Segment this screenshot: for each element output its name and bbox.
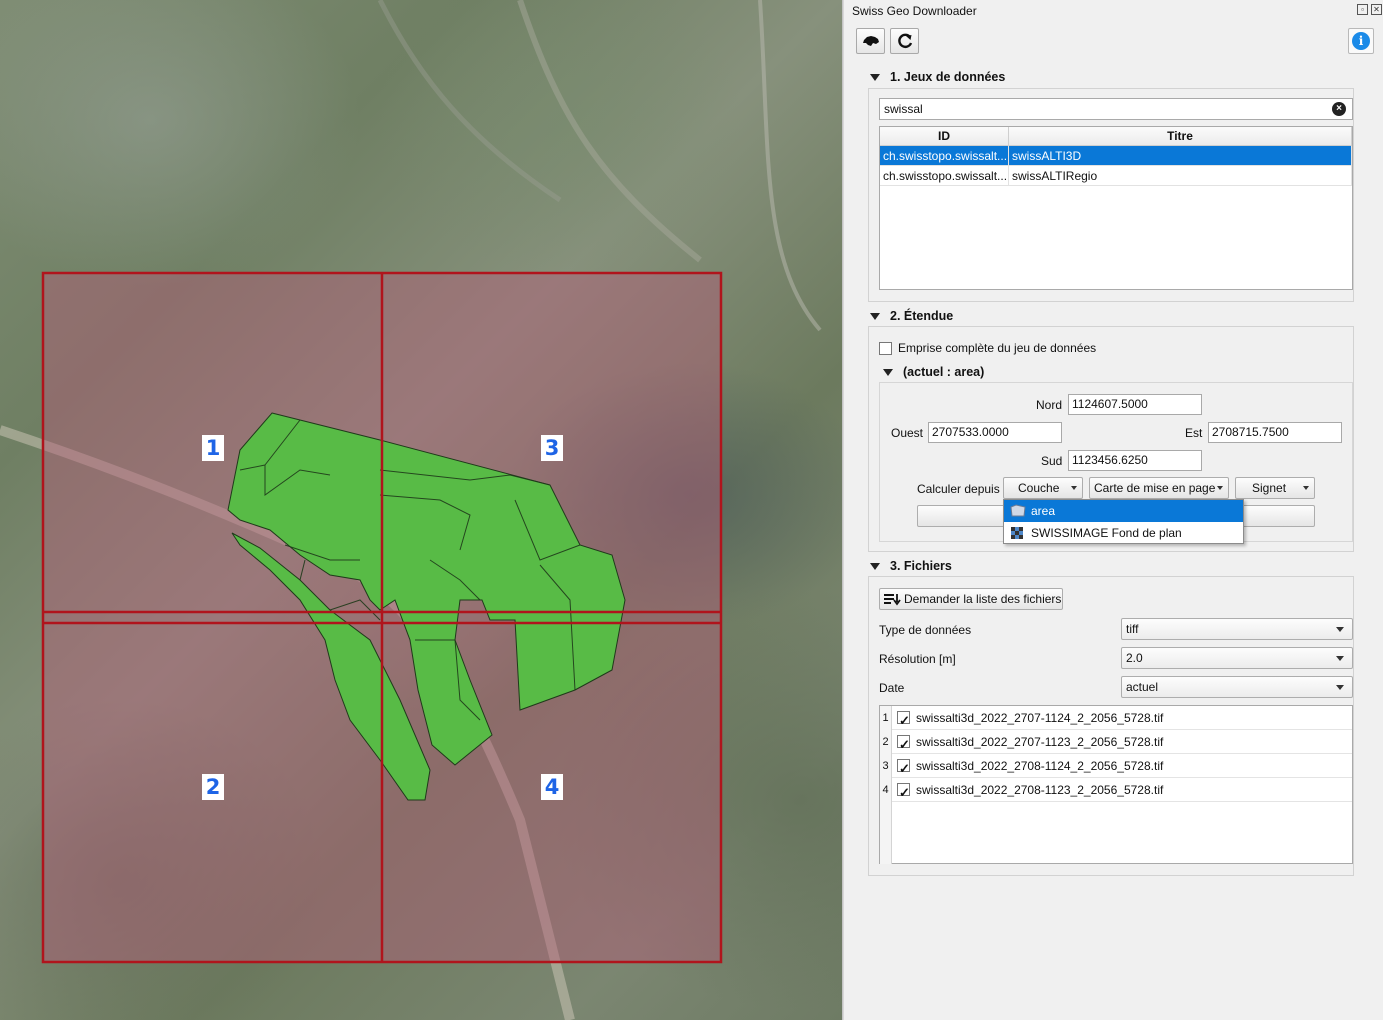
- switzerland-map-button[interactable]: [856, 28, 885, 54]
- raster-layer-icon: [1011, 527, 1023, 539]
- ouest-label: Ouest: [891, 426, 924, 440]
- map-layers: [0, 0, 822, 1020]
- caret-down-icon: [1303, 486, 1309, 490]
- table-header: ID Titre: [880, 127, 1352, 146]
- sud-field[interactable]: 1123456.6250: [1068, 450, 1202, 471]
- tile-label-2: 2: [202, 774, 224, 800]
- caret-down-icon: [1336, 627, 1344, 632]
- map-canvas[interactable]: 1 2 3 4: [0, 0, 842, 1020]
- info-icon: i: [1352, 32, 1370, 50]
- layer-dropdown-button[interactable]: Couche: [1003, 477, 1083, 499]
- switzerland-map-icon: [862, 36, 879, 46]
- date-label: Date: [879, 681, 905, 695]
- list-item[interactable]: 3 swissalti3d_2022_2708-1124_2_2056_5728…: [880, 754, 1352, 781]
- resolution-select[interactable]: 2.0: [1121, 647, 1353, 669]
- date-select[interactable]: actuel: [1121, 676, 1353, 698]
- tile-label-3: 3: [541, 435, 563, 461]
- resolution-label: Résolution [m]: [879, 652, 956, 666]
- est-label: Est: [1185, 426, 1203, 440]
- float-window-icon[interactable]: ▫: [1357, 4, 1368, 15]
- caret-down-icon: [1217, 486, 1223, 490]
- tile-label-4: 4: [541, 774, 563, 800]
- list-gutter: [880, 802, 892, 864]
- collapse-triangle-icon: [870, 562, 880, 570]
- refresh-icon: [897, 33, 912, 49]
- panel-title: Swiss Geo Downloader: [852, 4, 977, 18]
- ouest-field[interactable]: 2707533.0000: [928, 422, 1062, 443]
- full-extent-checkbox[interactable]: [879, 341, 892, 355]
- sud-label: Sud: [1041, 454, 1063, 468]
- file-checkbox[interactable]: [897, 757, 910, 781]
- menu-item-swissimage[interactable]: SWISSIMAGE Fond de plan: [1004, 522, 1243, 544]
- dataset-search-input[interactable]: swissal ×: [879, 98, 1353, 120]
- polygon-layer-icon: [1010, 504, 1026, 517]
- file-checkbox[interactable]: [897, 709, 910, 733]
- type-label: Type de données: [879, 623, 972, 637]
- collapse-triangle-icon: [883, 368, 893, 376]
- collapse-triangle-icon: [870, 312, 880, 320]
- layout-dropdown-button[interactable]: Carte de mise en page: [1089, 477, 1229, 499]
- full-extent-checkbox-row[interactable]: Emprise complète du jeu de données: [879, 341, 1096, 355]
- file-checkbox[interactable]: [897, 781, 910, 805]
- clear-search-icon[interactable]: ×: [1332, 102, 1346, 116]
- file-list: 1 swissalti3d_2022_2707-1124_2_2056_5728…: [879, 705, 1353, 864]
- column-header-title[interactable]: Titre: [1009, 127, 1352, 145]
- info-button[interactable]: i: [1348, 28, 1374, 54]
- est-field[interactable]: 2708715.7500: [1208, 422, 1342, 443]
- list-item[interactable]: 4 swissalti3d_2022_2708-1123_2_2056_5728…: [880, 778, 1352, 805]
- layer-popup-menu: area SWISSIMAGE Fond de plan: [1003, 499, 1244, 544]
- nord-field[interactable]: 1124607.5000: [1068, 394, 1202, 415]
- section-files-header[interactable]: 3. Fichiers: [870, 559, 952, 573]
- request-files-button[interactable]: Demander la liste des fichiers: [879, 588, 1063, 610]
- list-item[interactable]: 1 swissalti3d_2022_2707-1124_2_2056_5728…: [880, 706, 1352, 733]
- menu-item-area[interactable]: area: [1004, 500, 1243, 522]
- tile-label-1: 1: [202, 435, 224, 461]
- column-header-id[interactable]: ID: [880, 127, 1009, 145]
- table-row[interactable]: ch.swisstopo.swissalt... swissALTIRegio: [880, 166, 1352, 186]
- datasets-group: swissal × ID Titre ch.swisstopo.swissalt…: [868, 88, 1354, 302]
- close-window-icon[interactable]: ✕: [1371, 4, 1382, 15]
- current-extent-header[interactable]: (actuel : area): [883, 365, 984, 379]
- bookmark-dropdown-button[interactable]: Signet: [1235, 477, 1315, 499]
- section-extent-header[interactable]: 2. Étendue: [870, 309, 953, 323]
- type-select[interactable]: tiff: [1121, 618, 1353, 640]
- collapse-triangle-icon: [870, 73, 880, 81]
- list-item[interactable]: 2 swissalti3d_2022_2707-1123_2_2056_5728…: [880, 730, 1352, 757]
- list-download-icon: [884, 594, 901, 606]
- caret-down-icon: [1071, 486, 1077, 490]
- caret-down-icon: [1336, 656, 1344, 661]
- datasets-table: ID Titre ch.swisstopo.swissalt... swissA…: [879, 126, 1353, 290]
- caret-down-icon: [1336, 685, 1344, 690]
- file-checkbox[interactable]: [897, 733, 910, 757]
- table-row[interactable]: ch.swisstopo.swissalt... swissALTI3D: [880, 146, 1352, 166]
- nord-label: Nord: [1036, 398, 1063, 412]
- refresh-button[interactable]: [890, 28, 919, 54]
- calc-from-label: Calculer depuis: [917, 482, 1000, 496]
- section-datasets-header[interactable]: 1. Jeux de données: [870, 70, 1005, 84]
- files-group: Demander la liste des fichiers Type de d…: [868, 576, 1354, 876]
